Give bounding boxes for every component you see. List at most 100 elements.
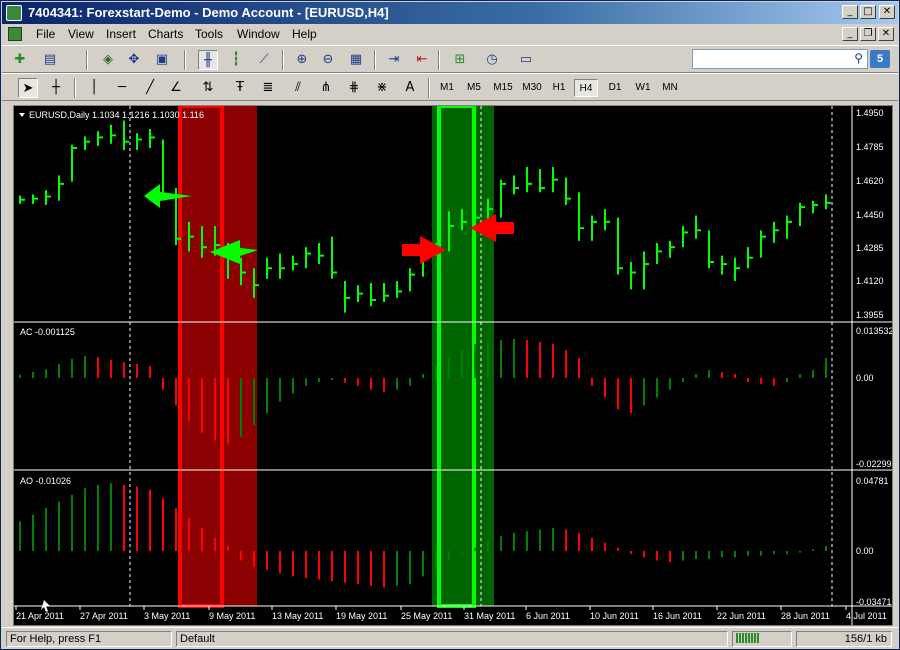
menu-charts[interactable]: Charts xyxy=(148,27,183,41)
ao-bar xyxy=(630,551,632,555)
gann-icon[interactable]: ⫽ xyxy=(288,78,308,98)
text-tool[interactable]: A xyxy=(400,78,420,98)
tf-mn[interactable]: MN xyxy=(658,79,682,97)
arrows-icon[interactable]: ⇅ xyxy=(198,78,218,98)
horizontal-line-icon[interactable]: ─ xyxy=(112,78,132,98)
tf-w1[interactable]: W1 xyxy=(632,79,654,97)
zoom-out-icon[interactable]: ⊖ xyxy=(318,50,338,70)
candlestick-icon[interactable]: ┇ xyxy=(226,50,246,70)
tf-m1[interactable]: M1 xyxy=(436,79,458,97)
ac-bar xyxy=(331,378,333,380)
chart-close-button[interactable]: ✕ xyxy=(878,27,894,41)
tf-h1[interactable]: H1 xyxy=(548,79,570,97)
status-bar: For Help, press F1 Default 156/1 kb xyxy=(2,627,898,649)
ac-bar xyxy=(383,378,385,392)
ac-bar xyxy=(110,360,112,378)
chart-shift-icon[interactable]: ⇥ xyxy=(384,50,404,70)
search-icon[interactable]: ⚲ xyxy=(854,51,863,65)
red-highlight-zone xyxy=(180,106,257,606)
ao-tick-label: -0.03471 xyxy=(856,597,892,607)
ao-bar xyxy=(71,494,73,551)
new-chart-icon[interactable]: ✚ xyxy=(10,50,30,70)
templates-icon[interactable]: ▭ xyxy=(516,50,536,70)
connection-bars-icon xyxy=(736,633,760,643)
tile-windows-icon[interactable]: ▦ xyxy=(346,50,366,70)
ac-bar xyxy=(175,378,177,406)
tf-m5[interactable]: M5 xyxy=(463,79,485,97)
price-tick-label: 1.4620 xyxy=(856,176,884,186)
ac-bar xyxy=(825,358,827,378)
menu-insert[interactable]: Insert xyxy=(106,27,136,41)
ac-bar xyxy=(214,378,216,441)
date-tick-label: 16 Jun 2011 xyxy=(653,611,702,621)
ac-bar xyxy=(357,378,359,386)
ao-bar xyxy=(97,484,99,551)
terminal-icon[interactable]: ▣ xyxy=(152,50,172,70)
minimize-button[interactable]: _ xyxy=(842,5,858,19)
ao-bar xyxy=(344,551,346,583)
line-chart-icon[interactable]: ⟋ xyxy=(254,50,274,70)
navigator-icon[interactable]: ✥ xyxy=(124,50,144,70)
indicators-icon[interactable]: ⊞ xyxy=(450,50,470,70)
messages-badge[interactable]: 5 xyxy=(870,50,890,68)
menu-view[interactable]: View xyxy=(68,27,94,41)
date-tick-label: 10 Jun 2011 xyxy=(590,611,639,621)
trendline-icon[interactable]: ╱ xyxy=(140,78,160,98)
chart-area[interactable]: EURUSD,Daily 1.1034 1.1216 1.1030 1.116 A… xyxy=(13,105,893,626)
ac-bar xyxy=(539,342,541,378)
periods-icon[interactable]: ◷ xyxy=(482,50,502,70)
connection-indicator[interactable] xyxy=(732,631,792,647)
ao-bar xyxy=(435,551,437,569)
cursor-icon[interactable]: ➤ xyxy=(18,78,38,98)
bar-chart-icon[interactable]: ╫ xyxy=(198,50,218,70)
terminal-window: 7404341: Forexstart-Demo - Demo Account … xyxy=(0,0,900,650)
menu-tools[interactable]: Tools xyxy=(195,27,223,41)
toolbar-separator xyxy=(74,78,76,98)
andrews-pitchfork-icon[interactable]: ⋇ xyxy=(372,78,392,98)
chart-restore-button[interactable]: ❐ xyxy=(860,27,876,41)
ao-bar xyxy=(656,551,658,561)
tf-d1[interactable]: D1 xyxy=(604,79,626,97)
ac-bar xyxy=(669,378,671,390)
ac-bar xyxy=(786,378,788,382)
ac-bar xyxy=(630,378,632,414)
vertical-line-icon[interactable]: │ xyxy=(84,78,104,98)
ao-bar xyxy=(383,551,385,588)
ao-bar xyxy=(32,514,34,551)
profiles-icon[interactable]: ▤ xyxy=(40,50,60,70)
crosshair-icon[interactable]: ┼ xyxy=(46,78,66,98)
zoom-in-icon[interactable]: ⊕ xyxy=(292,50,312,70)
tf-m30[interactable]: M30 xyxy=(519,79,545,97)
price-tick-label: 1.4450 xyxy=(856,210,884,220)
title-bar[interactable]: 7404341: Forexstart-Demo - Demo Account … xyxy=(2,2,898,24)
ao-bar xyxy=(539,529,541,551)
market-watch-icon[interactable]: ◈ xyxy=(98,50,118,70)
ac-bar xyxy=(591,378,593,386)
chart-minimize-button[interactable]: _ xyxy=(842,27,858,41)
menu-help[interactable]: Help xyxy=(292,27,317,41)
ac-bar xyxy=(643,378,645,406)
ac-bar xyxy=(812,370,814,378)
chart-canvas[interactable]: EURUSD,Daily 1.1034 1.1216 1.1030 1.116 A… xyxy=(14,106,892,625)
ao-bar xyxy=(448,551,450,561)
price-tick-label: 1.3955 xyxy=(856,310,884,320)
status-profile: Default xyxy=(176,631,728,647)
tf-m15[interactable]: M15 xyxy=(490,79,516,97)
drawing-toolbar: ➤ ┼ │ ─ ╱ ∠ ⇅ Ŧ ≣ ⫽ ⋔ ⋕ ⋇ A M1 M5 M15 M3… xyxy=(2,73,898,101)
cycle-lines-icon[interactable]: ⋔ xyxy=(316,78,336,98)
menu-file[interactable]: File xyxy=(36,27,55,41)
tf-h4[interactable]: H4 xyxy=(574,79,598,97)
auto-scroll-icon[interactable]: ⇤ xyxy=(412,50,432,70)
maximize-button[interactable]: □ xyxy=(860,5,876,19)
chart-window-icon[interactable] xyxy=(8,27,22,41)
text-label-icon[interactable]: Ŧ xyxy=(230,78,250,98)
menu-bar: File View Insert Charts Tools Window Hel… xyxy=(2,24,898,44)
date-tick-label: 3 May 2011 xyxy=(144,611,190,621)
ao-bar xyxy=(773,551,775,555)
fibonacci-icon[interactable]: ≣ xyxy=(258,78,278,98)
search-input[interactable] xyxy=(695,51,845,67)
channel-icon[interactable]: ⋕ xyxy=(344,78,364,98)
angle-trendline-icon[interactable]: ∠ xyxy=(166,78,186,98)
menu-window[interactable]: Window xyxy=(237,27,280,41)
close-button[interactable]: ✕ xyxy=(879,5,895,19)
